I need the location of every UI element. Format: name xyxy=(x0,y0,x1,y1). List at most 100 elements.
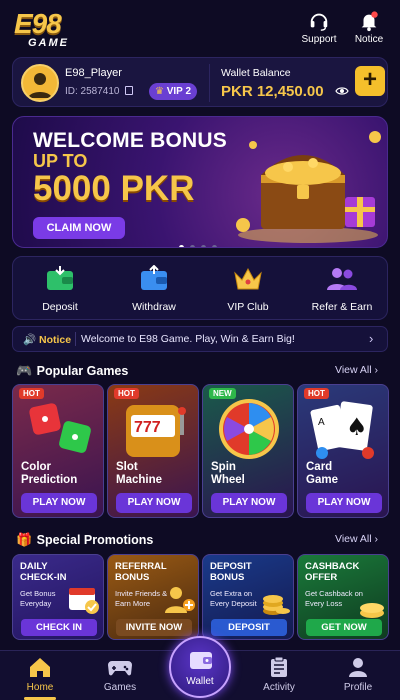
nav-home[interactable]: Home xyxy=(10,656,70,693)
support-label: Support xyxy=(301,34,337,45)
promo-card-referral-bonus[interactable]: REFERRAL BONUS Invite Friends & Earn More … xyxy=(107,554,199,640)
game-card-card-game[interactable]: HOT ♠ A Card Game PLAY NOW xyxy=(297,384,389,518)
headset-icon xyxy=(310,13,328,31)
check-in-button[interactable]: CHECK IN xyxy=(21,619,97,636)
chevron-right-icon: › xyxy=(374,533,379,545)
carousel-dot[interactable] xyxy=(212,245,217,247)
notice-button[interactable]: Notice xyxy=(346,8,392,45)
hot-badge: HOT xyxy=(19,388,44,399)
megaphone-icon: 🔊 xyxy=(23,334,37,346)
treasure-chest-icon xyxy=(236,131,381,243)
support-button[interactable]: Support xyxy=(296,8,342,45)
nav-profile[interactable]: Profile xyxy=(328,656,388,693)
promo-description: Get Extra on Every Deposit xyxy=(210,589,257,608)
notice-label: Notice xyxy=(354,34,384,45)
carousel-dot[interactable] xyxy=(201,245,206,247)
copy-icon[interactable] xyxy=(125,86,134,95)
calendar-icon xyxy=(69,588,99,614)
vip-club-label: VIP Club xyxy=(227,301,269,313)
gift-icon: 🎁 xyxy=(16,532,33,547)
wallet-icon xyxy=(190,652,212,669)
wallet-balance-label: Wallet Balance xyxy=(221,67,291,79)
deposit-button[interactable]: DEPOSIT xyxy=(211,619,287,636)
popular-view-all-link[interactable]: View All › xyxy=(335,364,378,376)
promo-card-cashback-offer[interactable]: CASHBACK OFFER Get Cashback on Every Loss … xyxy=(297,554,389,640)
e98-game-logo[interactable]: E98 GAME xyxy=(14,10,88,50)
avatar[interactable] xyxy=(21,64,59,102)
chevron-right-icon[interactable]: › xyxy=(369,331,373,346)
play-now-button[interactable]: PLAY NOW xyxy=(211,493,287,513)
playing-cards-icon: ♠ A xyxy=(310,401,374,459)
game-title: Spin Wheel xyxy=(211,461,245,486)
nav-activity[interactable]: Activity xyxy=(249,656,309,693)
promotions-view-all-link[interactable]: View All › xyxy=(335,533,378,545)
notice-bar[interactable]: 🔊 Notice Welcome to E98 Game. Play, Win … xyxy=(12,326,388,352)
game-card-spin-wheel[interactable]: NEW Spin Wheel PLAY NOW xyxy=(202,384,294,518)
claim-now-button[interactable]: CLAIM NOW xyxy=(33,217,125,239)
slot-machine-icon: 777 xyxy=(126,405,186,457)
deposit-action[interactable]: Deposit xyxy=(13,265,107,315)
spin-wheel-icon xyxy=(219,399,279,459)
username: E98_Player xyxy=(65,67,122,79)
promo-description: Invite Friends & Earn More xyxy=(115,589,168,608)
plus-icon: + xyxy=(362,66,377,93)
game-card-slot-machine[interactable]: HOT 777 Slot Machine PLAY NOW xyxy=(107,384,199,518)
hot-badge: HOT xyxy=(304,388,329,399)
section-title: Popular Games xyxy=(36,364,129,378)
promo-card-daily-check-in[interactable]: DAILY CHECK-IN Get Bonus Everyday CHECK IN xyxy=(12,554,104,640)
withdraw-action[interactable]: Withdraw xyxy=(107,265,201,315)
promo-description: Get Cashback on Every Loss xyxy=(305,589,363,608)
invite-now-button[interactable]: INVITE NOW xyxy=(116,619,192,636)
dice-icon xyxy=(29,403,91,453)
special-promotions-header: 🎁 Special Promotions xyxy=(16,531,153,549)
get-now-button[interactable]: GET NOW xyxy=(306,619,382,636)
notice-bar-label: 🔊 Notice xyxy=(23,334,72,346)
vip-badge[interactable]: ♛ VIP 2 xyxy=(149,83,197,100)
carousel-dot[interactable] xyxy=(179,245,184,247)
users-icon xyxy=(327,268,357,290)
deposit-wallet-icon xyxy=(47,266,73,290)
promo-title: CASHBACK OFFER xyxy=(305,561,360,583)
gamepad-icon: 🎮 xyxy=(16,363,33,378)
popular-games-header: 🎮 Popular Games xyxy=(16,362,128,380)
wallet-label: Wallet xyxy=(186,676,214,687)
promo-card-deposit-bonus[interactable]: DEPOSIT BONUS Get Extra on Every Deposit D… xyxy=(202,554,294,640)
play-now-button[interactable]: PLAY NOW xyxy=(306,493,382,513)
refer-earn-label: Refer & Earn xyxy=(311,301,373,313)
carousel-dots xyxy=(179,237,235,247)
promo-title: DEPOSIT BONUS xyxy=(210,561,252,583)
user-id: ID: 2587410 xyxy=(65,86,134,97)
promo-description: Get Bonus Everyday xyxy=(20,589,56,608)
coin-stack-icon xyxy=(263,595,290,615)
svg-text:♠: ♠ xyxy=(346,413,368,441)
gamepad-icon xyxy=(108,661,132,676)
vip-club-action[interactable]: VIP Club xyxy=(201,265,295,315)
cashback-icon xyxy=(360,603,384,618)
nav-games[interactable]: Games xyxy=(90,656,150,693)
refer-earn-action[interactable]: Refer & Earn xyxy=(295,265,389,315)
game-card-color-prediction[interactable]: HOT Color Prediction PLAY NOW xyxy=(12,384,104,518)
svg-text:777: 777 xyxy=(134,419,161,436)
divider xyxy=(209,64,210,102)
play-now-button[interactable]: PLAY NOW xyxy=(116,493,192,513)
deposit-label: Deposit xyxy=(42,301,78,313)
nav-wallet[interactable]: Wallet xyxy=(169,636,231,698)
withdraw-label: Withdraw xyxy=(132,301,176,313)
welcome-bonus-banner[interactable]: WELCOME BONUS UP TO 5000 PKR CLAIM NOW xyxy=(12,116,388,248)
user-avatar-icon xyxy=(28,73,52,98)
quick-actions: Deposit Withdraw VIP Club Refer & Earn xyxy=(12,256,388,320)
add-funds-button[interactable]: + xyxy=(355,66,385,96)
svg-text:A: A xyxy=(318,417,325,428)
home-icon xyxy=(30,658,50,677)
user-icon xyxy=(349,658,367,677)
chevron-right-icon: › xyxy=(374,364,379,376)
play-now-button[interactable]: PLAY NOW xyxy=(21,493,97,513)
carousel-dot[interactable] xyxy=(190,245,195,247)
clipboard-icon xyxy=(271,656,287,677)
notice-text: Welcome to E98 Game. Play, Win & Earn Bi… xyxy=(81,333,295,345)
banner-title: WELCOME BONUS xyxy=(33,129,227,152)
game-title: Color Prediction xyxy=(21,461,78,486)
eye-icon[interactable] xyxy=(335,86,349,96)
game-title: Slot Machine xyxy=(116,461,163,486)
wallet-balance-value: PKR 12,450.00 xyxy=(221,83,324,100)
